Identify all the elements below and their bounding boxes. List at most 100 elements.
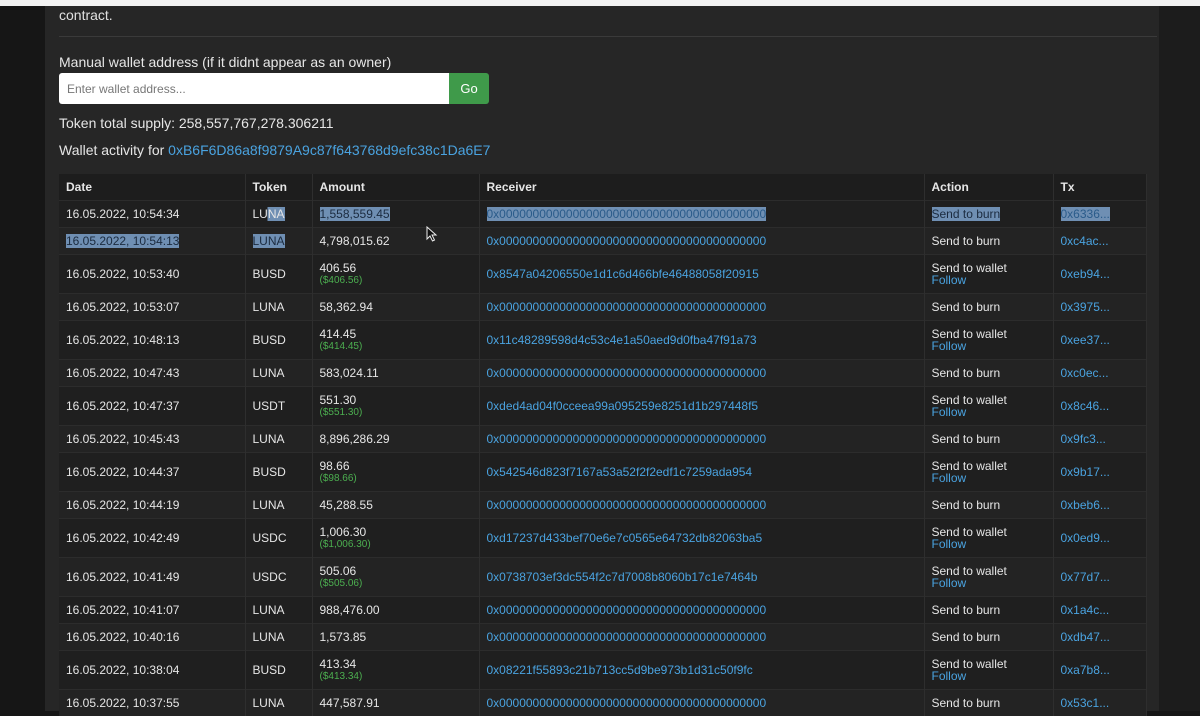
table-row: 16.05.2022, 10:44:19LUNA45,288.550x00000…: [59, 492, 1146, 519]
date-value: 16.05.2022, 10:41:07: [66, 603, 179, 617]
tx-link[interactable]: 0x9fc3...: [1061, 432, 1106, 446]
tx-link[interactable]: 0x3975...: [1061, 300, 1110, 314]
action-value: Send to burn: [932, 432, 1001, 446]
tx-link[interactable]: 0xc4ac...: [1061, 234, 1109, 248]
cell-action: Send to walletFollow: [924, 519, 1053, 558]
column-header-action[interactable]: Action: [924, 174, 1053, 201]
follow-link[interactable]: Follow: [932, 340, 1053, 352]
receiver-link[interactable]: 0x00000000000000000000000000000000000000…: [487, 432, 767, 446]
tx-link[interactable]: 0x9b17...: [1061, 465, 1110, 479]
follow-link[interactable]: Follow: [932, 472, 1053, 484]
column-header-tx[interactable]: Tx: [1053, 174, 1146, 201]
table-row: 16.05.2022, 10:41:49USDC505.06($505.06)0…: [59, 558, 1146, 597]
cell-date: 16.05.2022, 10:45:43: [59, 426, 245, 453]
date-value: 16.05.2022, 10:54:34: [66, 207, 179, 221]
receiver-link[interactable]: 0x00000000000000000000000000000000000000…: [487, 234, 767, 248]
token-value: USDC: [253, 531, 287, 545]
cell-receiver: 0x00000000000000000000000000000000000000…: [479, 201, 924, 228]
tx-link[interactable]: 0xdb47...: [1061, 630, 1110, 644]
tx-link[interactable]: 0x6336...: [1061, 207, 1110, 221]
amount-value: 45,288.55: [320, 498, 373, 512]
tx-link[interactable]: 0x0ed9...: [1061, 531, 1110, 545]
cell-date: 16.05.2022, 10:40:16: [59, 624, 245, 651]
cell-date: 16.05.2022, 10:48:13: [59, 321, 245, 360]
tx-link[interactable]: 0xeb94...: [1061, 267, 1110, 281]
cell-tx: 0xc0ec...: [1053, 360, 1146, 387]
action-value: Send to burn: [932, 603, 1001, 617]
tx-link[interactable]: 0xa7b8...: [1061, 663, 1110, 677]
wallet-address-input[interactable]: [59, 73, 449, 104]
cell-tx: 0xbeb6...: [1053, 492, 1146, 519]
amount-value: 413.34: [320, 657, 357, 671]
cell-tx: 0x8c46...: [1053, 387, 1146, 426]
follow-link[interactable]: Follow: [932, 670, 1053, 682]
tx-link[interactable]: 0xbeb6...: [1061, 498, 1110, 512]
receiver-link[interactable]: 0x542546d823f7167a53a52f2f2edf1c7259ada9…: [487, 465, 753, 479]
cell-action: Send to walletFollow: [924, 453, 1053, 492]
tx-link[interactable]: 0x77d7...: [1061, 570, 1110, 584]
amount-usd: ($406.56): [320, 275, 479, 287]
follow-link[interactable]: Follow: [932, 538, 1053, 550]
table-row: 16.05.2022, 10:37:55LUNA447,587.910x0000…: [59, 690, 1146, 716]
cell-tx: 0x9fc3...: [1053, 426, 1146, 453]
cell-amount: 58,362.94: [312, 294, 479, 321]
receiver-link[interactable]: 0x00000000000000000000000000000000000000…: [487, 207, 767, 221]
amount-value: 988,476.00: [320, 603, 380, 617]
tx-link[interactable]: 0x8c46...: [1061, 399, 1110, 413]
follow-link[interactable]: Follow: [932, 274, 1053, 286]
receiver-link[interactable]: 0x00000000000000000000000000000000000000…: [487, 498, 767, 512]
manual-wallet-label: Manual wallet address (if it didnt appea…: [59, 54, 391, 70]
wallet-address-link[interactable]: 0xB6F6D86a8f9879A9c87f643768d9efc38c1Da6…: [168, 142, 490, 158]
cell-token: LUNA: [245, 690, 312, 716]
cell-amount: 1,558,559.45: [312, 201, 479, 228]
cell-receiver: 0x00000000000000000000000000000000000000…: [479, 294, 924, 321]
table-row: 16.05.2022, 10:42:49USDC1,006.30($1,006.…: [59, 519, 1146, 558]
amount-usd: ($551.30): [320, 407, 479, 419]
table-header-row: DateTokenAmountReceiverActionTx: [59, 174, 1146, 201]
receiver-link[interactable]: 0x00000000000000000000000000000000000000…: [487, 696, 767, 710]
receiver-link[interactable]: 0x00000000000000000000000000000000000000…: [487, 603, 767, 617]
section-divider: [59, 36, 1157, 37]
table-row: 16.05.2022, 10:41:07LUNA988,476.000x0000…: [59, 597, 1146, 624]
receiver-link[interactable]: 0x11c48289598d4c53c4e1a50aed9d0fba47f91a…: [487, 333, 757, 347]
follow-link[interactable]: Follow: [932, 406, 1053, 418]
tx-link[interactable]: 0x1a4c...: [1061, 603, 1110, 617]
receiver-link[interactable]: 0x08221f55893c21b713cc5d9be973b1d31c50f9…: [487, 663, 753, 677]
receiver-link[interactable]: 0x00000000000000000000000000000000000000…: [487, 366, 767, 380]
table-row: 16.05.2022, 10:40:16 LUNA 1,573.85 0x000000…: [59, 624, 1146, 651]
action-value: Send to burn: [932, 300, 1001, 314]
tx-link[interactable]: 0xee37...: [1061, 333, 1110, 347]
amount-usd: ($98.66): [320, 473, 479, 485]
amount-value: 4,798,015.62: [320, 234, 390, 248]
cell-receiver: 0x00000000000000000000000000000000000000…: [479, 228, 924, 255]
tx-link[interactable]: 0xc0ec...: [1061, 366, 1109, 380]
column-header-date[interactable]: Date: [59, 174, 245, 201]
amount-value: 1,573.85: [320, 630, 367, 644]
receiver-link[interactable]: 0xd17237d433bef70e6e7c0565e64732db82063b…: [487, 531, 763, 545]
receiver-link[interactable]: 0xded4ad04f0cceea99a095259e8251d1b297448…: [487, 399, 759, 413]
cell-tx: 0x1a4c...: [1053, 597, 1146, 624]
cell-token: USDC: [245, 519, 312, 558]
tx-link[interactable]: 0x53c1...: [1061, 696, 1110, 710]
cell-amount: 98.66($98.66): [312, 453, 479, 492]
cell-token: BUSD: [245, 651, 312, 690]
cell-token: LUNA: [245, 624, 312, 651]
column-header-token[interactable]: Token: [245, 174, 312, 201]
receiver-link[interactable]: 0x00000000000000000000000000000000000000…: [487, 300, 767, 314]
cell-amount: 988,476.00: [312, 597, 479, 624]
amount-value: 551.30: [320, 393, 357, 407]
column-header-amount[interactable]: Amount: [312, 174, 479, 201]
cell-date: 16.05.2022, 10:47:43: [59, 360, 245, 387]
cell-action: Send to burn: [924, 492, 1053, 519]
go-button[interactable]: Go: [449, 73, 489, 104]
receiver-link[interactable]: 0x8547a04206550e1d1c6d466bfe46488058f209…: [487, 267, 759, 281]
follow-link[interactable]: Follow: [932, 577, 1053, 589]
token-value: LUNA: [253, 630, 285, 644]
column-header-receiver[interactable]: Receiver: [479, 174, 924, 201]
cell-tx: 0x6336...: [1053, 201, 1146, 228]
receiver-link[interactable]: 0x0738703ef3dc554f2c7d7008b8060b17c1e746…: [487, 570, 758, 584]
receiver-link[interactable]: 0x00000000000000000000000000000000000000…: [487, 630, 767, 644]
table-row: 16.05.2022, 10:45:43LUNA8,896,286.290x00…: [59, 426, 1146, 453]
cell-receiver: 0x08221f55893c21b713cc5d9be973b1d31c50f9…: [479, 651, 924, 690]
date-value: 16.05.2022, 10:44:37: [66, 465, 179, 479]
